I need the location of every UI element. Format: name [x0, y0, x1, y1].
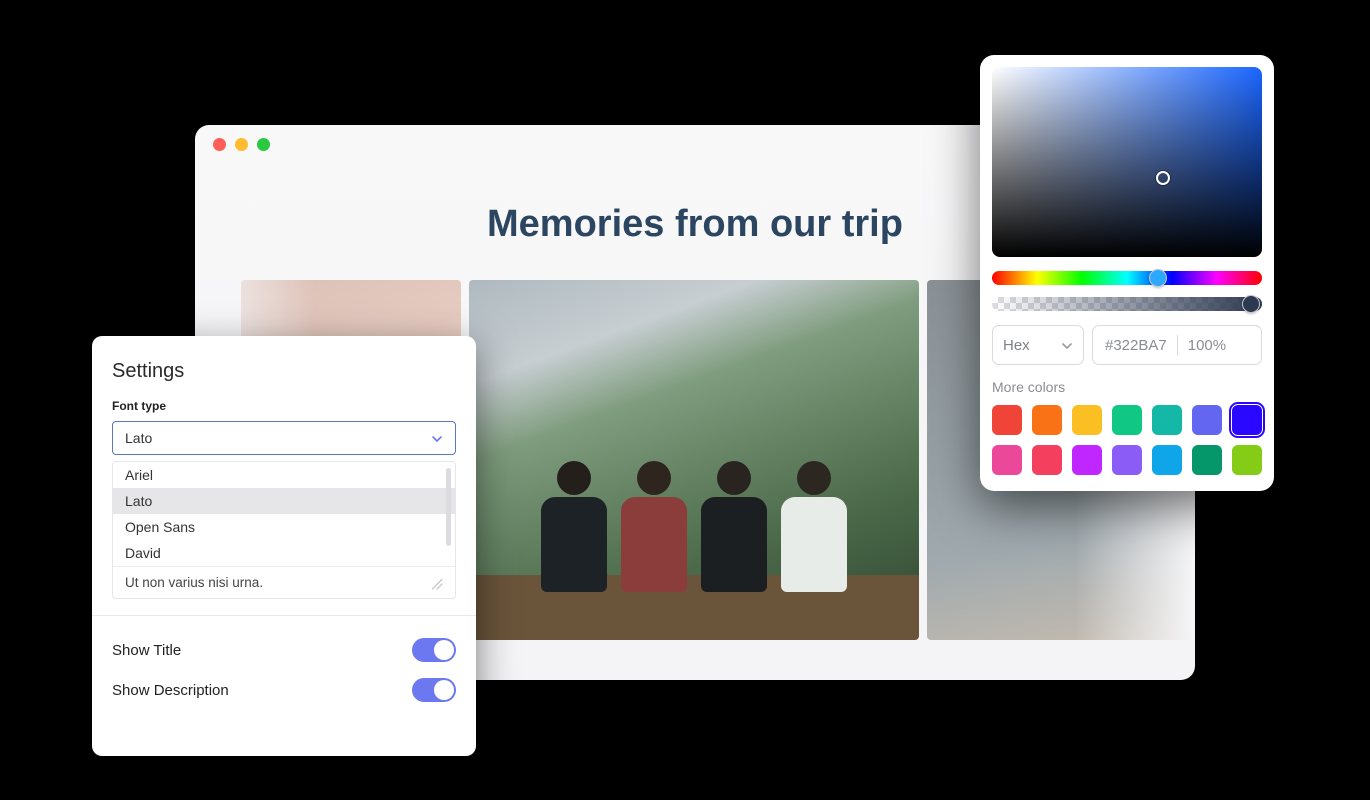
font-type-value: Lato [125, 430, 152, 446]
divider [92, 615, 476, 616]
separator [1177, 335, 1178, 355]
hex-value: #322BA7 [1105, 337, 1167, 354]
color-swatch[interactable] [1112, 445, 1142, 475]
sv-cursor[interactable] [1156, 171, 1170, 185]
color-format-select[interactable]: Hex [992, 325, 1084, 365]
settings-panel: Settings Font type Lato ArielLatoOpen Sa… [92, 336, 476, 756]
toggle-label: Show Description [112, 682, 229, 699]
toggle-switch[interactable] [412, 638, 456, 662]
color-swatch[interactable] [1032, 405, 1062, 435]
color-swatches [992, 405, 1262, 475]
settings-title: Settings [112, 360, 456, 383]
color-swatch[interactable] [1072, 405, 1102, 435]
color-swatch[interactable] [992, 445, 1022, 475]
color-format-value: Hex [1003, 337, 1030, 354]
color-swatch[interactable] [1032, 445, 1062, 475]
font-option[interactable]: Lato [113, 488, 455, 514]
toggle-row: Show Description [112, 670, 456, 710]
font-option[interactable]: Open Sans [113, 514, 455, 540]
font-option[interactable]: David [113, 540, 455, 566]
alpha-value: 100% [1188, 337, 1226, 354]
font-option[interactable]: Ariel [113, 462, 455, 488]
sample-text-value: Ut non varius nisi urna. [125, 575, 263, 590]
sample-text-input[interactable]: Ut non varius nisi urna. [113, 566, 455, 598]
color-picker-panel: Hex #322BA7 100% More colors [980, 55, 1274, 491]
photo-illustration [469, 422, 919, 592]
toggle-switch[interactable] [412, 678, 456, 702]
toggle-row: Show Title [112, 630, 456, 670]
color-swatch[interactable] [1232, 405, 1262, 435]
color-swatch[interactable] [1232, 445, 1262, 475]
carousel-slide-current[interactable] [469, 280, 919, 640]
color-swatch[interactable] [1192, 405, 1222, 435]
chevron-down-icon [431, 432, 443, 444]
color-swatch[interactable] [1192, 445, 1222, 475]
window-close-button[interactable] [213, 138, 226, 151]
chevron-down-icon [1061, 339, 1073, 351]
alpha-slider[interactable] [992, 297, 1262, 311]
font-type-label: Font type [112, 399, 456, 413]
saturation-value-area[interactable] [992, 67, 1262, 257]
alpha-thumb[interactable] [1242, 295, 1260, 313]
resize-handle-icon[interactable] [429, 576, 443, 590]
hue-thumb[interactable] [1149, 269, 1167, 287]
color-swatch[interactable] [1112, 405, 1142, 435]
color-swatch[interactable] [1072, 445, 1102, 475]
color-swatch[interactable] [1152, 445, 1182, 475]
toggle-label: Show Title [112, 642, 181, 659]
hue-slider[interactable] [992, 271, 1262, 285]
color-swatch[interactable] [1152, 405, 1182, 435]
color-swatch[interactable] [992, 405, 1022, 435]
font-type-select[interactable]: Lato [112, 421, 456, 455]
window-maximize-button[interactable] [257, 138, 270, 151]
color-value-input[interactable]: #322BA7 100% [1092, 325, 1262, 365]
more-colors-label: More colors [992, 379, 1262, 395]
font-type-dropdown: ArielLatoOpen SansDavid Ut non varius ni… [112, 461, 456, 599]
window-minimize-button[interactable] [235, 138, 248, 151]
